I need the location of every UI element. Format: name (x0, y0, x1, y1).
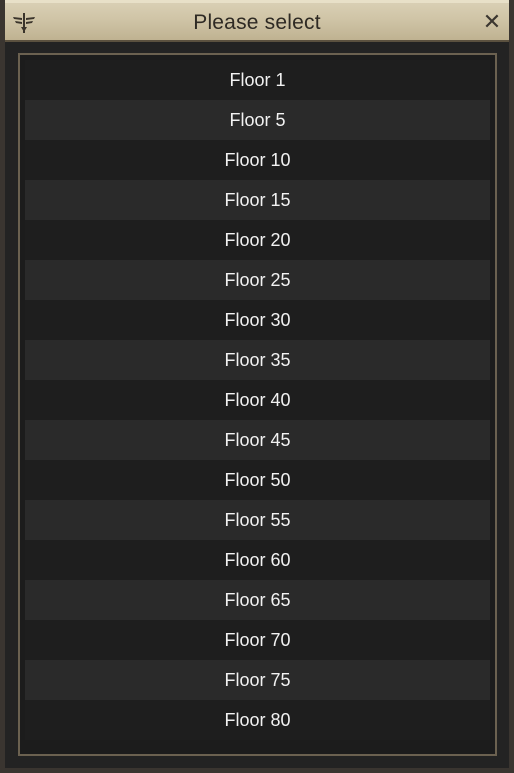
floor-option[interactable]: Floor 70 (25, 620, 490, 660)
floor-option[interactable]: Floor 80 (25, 700, 490, 740)
floor-option[interactable]: Floor 40 (25, 380, 490, 420)
floor-option[interactable]: Floor 65 (25, 580, 490, 620)
floor-option[interactable]: Floor 50 (25, 460, 490, 500)
floor-option[interactable]: Floor 25 (25, 260, 490, 300)
floor-option[interactable]: Floor 30 (25, 300, 490, 340)
dialog-title: Please select (193, 11, 321, 34)
floor-option[interactable]: Floor 55 (25, 500, 490, 540)
floor-option[interactable]: Floor 5 (25, 100, 490, 140)
floor-option[interactable]: Floor 60 (25, 540, 490, 580)
floor-option[interactable]: Floor 75 (25, 660, 490, 700)
floor-option[interactable]: Floor 20 (25, 220, 490, 260)
select-dialog: Please select ✕ Floor 1 Floor 5 Floor 10 Fl… (0, 0, 514, 773)
title-bar[interactable]: Please select ✕ (5, 0, 509, 42)
floor-option[interactable]: Floor 1 (25, 60, 490, 100)
floor-list-frame: Floor 1 Floor 5 Floor 10 Floor 15 Floor 20 Fl… (18, 53, 497, 756)
floor-option[interactable]: Floor 35 (25, 340, 490, 380)
floor-option[interactable]: Floor 45 (25, 420, 490, 460)
floor-option[interactable]: Floor 15 (25, 180, 490, 220)
floor-option[interactable]: Floor 10 (25, 140, 490, 180)
floor-list: Floor 1 Floor 5 Floor 10 Floor 15 Floor 20 Fl… (25, 60, 490, 740)
close-icon[interactable]: ✕ (479, 9, 505, 35)
